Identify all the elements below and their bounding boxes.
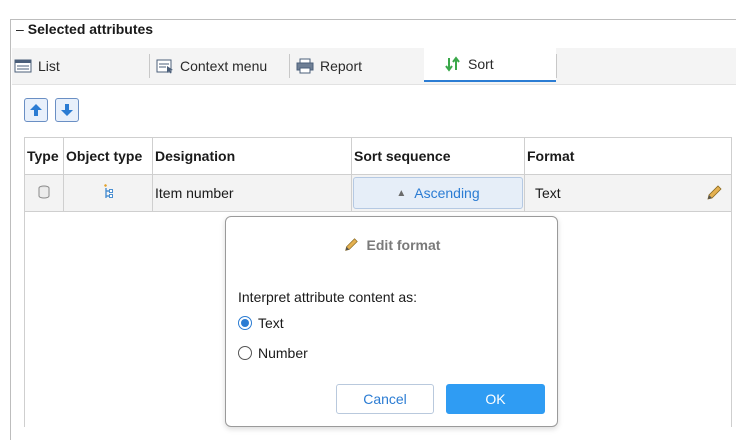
tab-report-label: Report xyxy=(320,58,363,74)
column-header-format[interactable]: Format xyxy=(524,137,732,175)
tab-separator xyxy=(556,54,557,78)
tab-separator xyxy=(149,54,150,78)
tab-list[interactable]: List xyxy=(14,48,60,84)
tab-sort[interactable]: Sort xyxy=(424,48,556,82)
tab-separator xyxy=(289,54,290,78)
sort-sequence-label: Ascending xyxy=(414,185,480,201)
sort-icon xyxy=(445,56,460,72)
radio-label-text: Text xyxy=(258,315,284,331)
item-structure-icon xyxy=(104,183,113,198)
sort-sequence-button[interactable]: ▲ Ascending xyxy=(353,177,523,209)
move-up-button[interactable] xyxy=(24,98,48,122)
tab-context-menu-label: Context menu xyxy=(180,58,268,74)
cylinder-icon xyxy=(38,185,50,198)
table-header-row: Type Object type Designation Sort sequen… xyxy=(24,137,732,175)
attributes-table: Type Object type Designation Sort sequen… xyxy=(24,137,732,212)
column-header-sort-sequence[interactable]: Sort sequence xyxy=(351,137,525,175)
ok-button[interactable]: OK xyxy=(446,384,545,414)
cancel-button[interactable]: Cancel xyxy=(336,384,434,414)
object-type-cell xyxy=(63,174,153,212)
group-title: – Selected attributes xyxy=(14,21,158,37)
table-row[interactable]: Item number ▲ Ascending Text xyxy=(24,174,732,212)
radio-option-number[interactable]: Number xyxy=(238,345,308,361)
sort-sequence-cell[interactable]: ▲ Ascending xyxy=(351,174,525,212)
context-menu-icon xyxy=(156,59,173,74)
tab-sort-label: Sort xyxy=(468,56,494,72)
tab-context-menu[interactable]: Context menu xyxy=(156,48,267,84)
pencil-icon[interactable] xyxy=(705,184,723,202)
group-collapse-dash[interactable]: – xyxy=(16,21,24,37)
tab-list-label: List xyxy=(38,58,60,74)
column-header-designation[interactable]: Designation xyxy=(152,137,352,175)
group-title-text: Selected attributes xyxy=(27,21,154,37)
interpret-prompt: Interpret attribute content as: xyxy=(238,289,417,305)
column-header-type[interactable]: Type xyxy=(24,137,64,175)
list-icon xyxy=(14,59,32,73)
radio-label-number: Number xyxy=(258,345,308,361)
popup-title-text: Edit format xyxy=(366,237,441,253)
radio-button-unchecked[interactable] xyxy=(238,346,252,360)
triangle-up-icon: ▲ xyxy=(396,187,407,199)
format-cell-content: Text xyxy=(535,184,723,202)
tab-report[interactable]: Report xyxy=(296,48,362,84)
tab-bar: List Context menu Report Sort xyxy=(12,48,736,85)
report-icon xyxy=(296,58,314,74)
edit-format-popup: Edit format Interpret attribute content … xyxy=(225,216,558,427)
radio-button-checked[interactable] xyxy=(238,316,252,330)
arrow-down-icon xyxy=(61,104,73,116)
format-cell[interactable]: Text xyxy=(524,174,732,212)
move-down-button[interactable] xyxy=(55,98,79,122)
format-value: Text xyxy=(535,185,561,201)
pencil-icon xyxy=(344,238,358,251)
column-header-object-type[interactable]: Object type xyxy=(63,137,153,175)
arrow-up-icon xyxy=(30,104,42,116)
radio-option-text[interactable]: Text xyxy=(238,315,284,331)
designation-cell[interactable]: Item number xyxy=(152,174,352,212)
type-cell xyxy=(24,174,64,212)
popup-title: Edit format xyxy=(226,237,557,253)
